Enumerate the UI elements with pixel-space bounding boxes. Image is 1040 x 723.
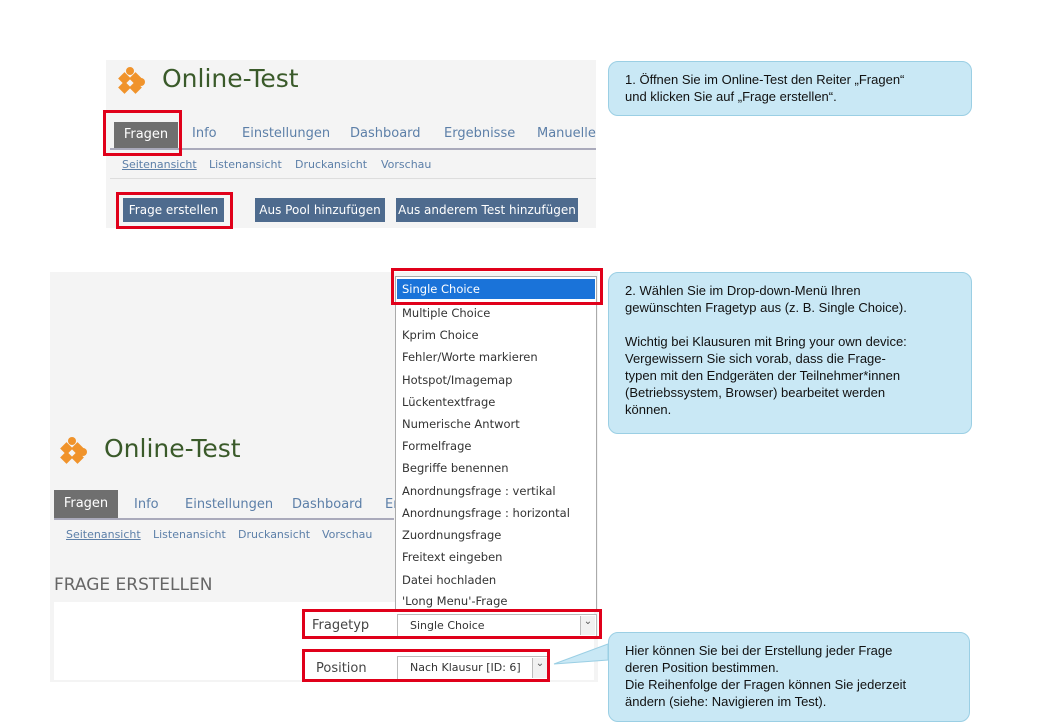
subtab-seitenansicht[interactable]: Seitenansicht xyxy=(122,158,197,171)
dropdown-option[interactable]: Numerische Antwort xyxy=(402,417,520,431)
app-title: Online-Test xyxy=(162,64,299,93)
callout-step-3: Hier können Sie bei der Erstellung jeder… xyxy=(608,632,970,722)
highlight-single-choice xyxy=(391,268,603,305)
subtab-listenansicht[interactable]: Listenansicht xyxy=(209,158,282,171)
highlight-frage-erstellen xyxy=(116,192,233,229)
tab-dashboard[interactable]: Dashboard xyxy=(292,497,363,512)
puzzle-logo-icon xyxy=(60,437,87,464)
callout-step-2: 2. Wählen Sie im Drop-down-Menü Ihren ge… xyxy=(608,272,972,434)
dropdown-option[interactable]: Freitext eingeben xyxy=(402,550,502,564)
dropdown-option[interactable]: Hotspot/Imagemap xyxy=(402,373,512,387)
tab-dashboard[interactable]: Dashboard xyxy=(350,126,421,141)
callout-step-1: 1. Öffnen Sie im Online-Test den Reiter … xyxy=(608,61,972,116)
dropdown-option[interactable]: Multiple Choice xyxy=(402,306,490,320)
puzzle-logo-icon xyxy=(118,67,145,94)
callout-text: Wichtig bei Klausuren mit Bring your own… xyxy=(625,334,907,417)
divider xyxy=(110,178,596,179)
callout-text: 1. Öffnen Sie im Online-Test den Reiter … xyxy=(625,72,905,104)
tab-info[interactable]: Info xyxy=(134,497,159,512)
dropdown-option[interactable]: 'Long Menu'-Frage xyxy=(402,594,507,608)
dropdown-option[interactable]: Anordnungsfrage : vertikal xyxy=(402,484,556,498)
subtab-druckansicht[interactable]: Druckansicht xyxy=(238,528,310,541)
fragetyp-dropdown-list[interactable]: Single Choice Multiple Choice Kprim Choi… xyxy=(395,276,597,612)
dropdown-option[interactable]: Fehler/Worte markieren xyxy=(402,350,538,364)
tab-bar: Fragen Info Einstellungen Dashboard Erge… xyxy=(110,120,596,150)
callout-text: Hier können Sie bei der Erstellung jeder… xyxy=(625,643,907,709)
tab-ergebnisse[interactable]: Ergebnisse xyxy=(444,126,515,141)
aus-pool-button[interactable]: Aus Pool hinzufügen xyxy=(255,198,385,222)
dropdown-option[interactable]: Zuordnungsfrage xyxy=(402,528,501,542)
subtab-vorschau[interactable]: Vorschau xyxy=(322,528,372,541)
dropdown-option[interactable]: Kprim Choice xyxy=(402,328,479,342)
subtab-seitenansicht[interactable]: Seitenansicht xyxy=(66,528,141,541)
subtab-druckansicht[interactable]: Druckansicht xyxy=(295,158,367,171)
highlight-position xyxy=(302,649,550,682)
tab-manuelle[interactable]: Manuelle xyxy=(537,126,596,141)
tab-info[interactable]: Info xyxy=(192,126,217,141)
page-title: FRAGE ERSTELLEN xyxy=(54,575,213,595)
dropdown-option[interactable]: Datei hochladen xyxy=(402,573,496,587)
tab-bar: Fragen Info Einstellungen Dashboard Er xyxy=(54,490,399,520)
tab-fragen[interactable]: Fragen xyxy=(54,490,118,518)
aus-anderem-test-button[interactable]: Aus anderem Test hinzufügen xyxy=(396,198,578,222)
dropdown-option[interactable]: Anordnungsfrage : horizontal xyxy=(402,506,570,520)
dropdown-option[interactable]: Begriffe benennen xyxy=(402,461,509,475)
tab-einstellungen[interactable]: Einstellungen xyxy=(242,126,330,141)
highlight-tab-fragen xyxy=(103,110,182,156)
dropdown-option[interactable]: Lückentextfrage xyxy=(402,395,495,409)
subtab-listenansicht[interactable]: Listenansicht xyxy=(153,528,226,541)
tab-einstellungen[interactable]: Einstellungen xyxy=(185,497,273,512)
highlight-fragetyp xyxy=(302,609,602,639)
subtab-vorschau[interactable]: Vorschau xyxy=(381,158,431,171)
app-title: Online-Test xyxy=(104,434,241,463)
dropdown-option[interactable]: Formelfrage xyxy=(402,439,471,453)
callout-text: 2. Wählen Sie im Drop-down-Menü Ihren ge… xyxy=(625,283,907,315)
